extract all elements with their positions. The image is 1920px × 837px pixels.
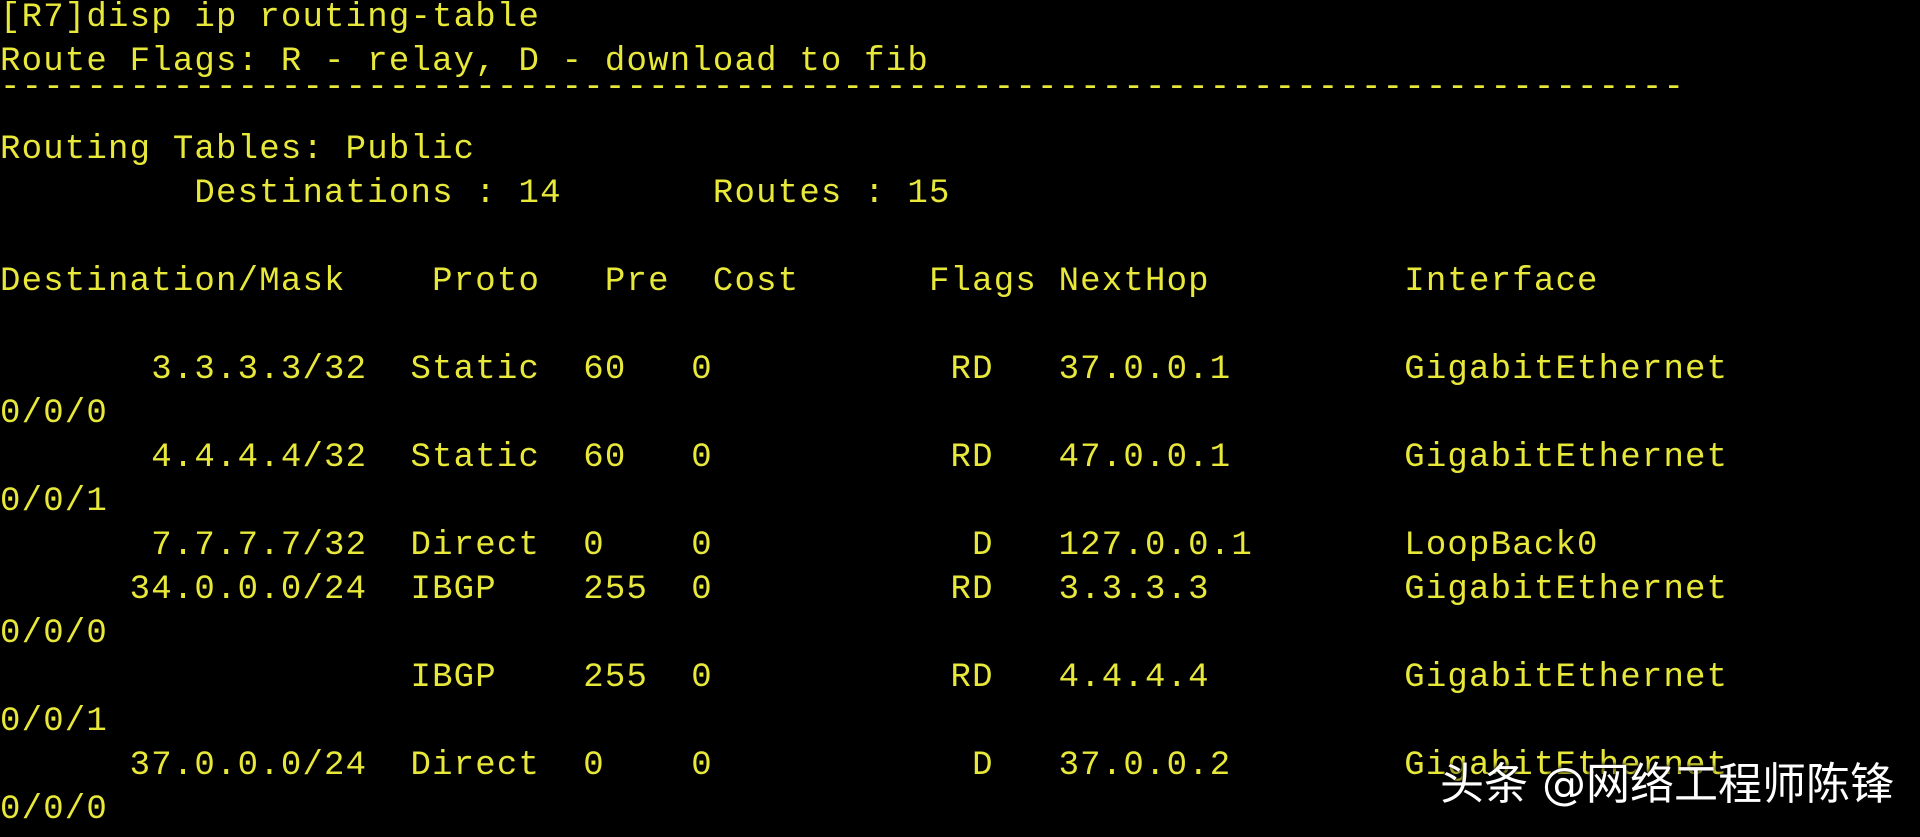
table-row-continuation: 0/0/0 <box>0 791 109 829</box>
table-row: 7.7.7.7/32 Direct 0 0 D 127.0.0.1 LoopBa… <box>0 527 1599 565</box>
table-header: Destination/Mask Proto Pre Cost Flags Ne… <box>0 263 1599 301</box>
command-line: [R7]disp ip routing-table <box>0 0 541 37</box>
separator-line: ----------------------------------------… <box>0 69 1686 107</box>
table-row: 3.3.3.3/32 Static 60 0 RD 37.0.0.1 Gigab… <box>0 351 1729 389</box>
table-row-continuation: 0/0/0 <box>0 615 109 653</box>
table-row: 34.0.0.0/24 IBGP 255 0 RD 3.3.3.3 Gigabi… <box>0 571 1729 609</box>
table-row-continuation: 0/0/1 <box>0 483 109 521</box>
routing-table-name: Routing Tables: Public <box>0 131 476 169</box>
table-row-continuation: 0/0/0 <box>0 395 109 433</box>
table-row: IBGP 255 0 RD 4.4.4.4 GigabitEthernet <box>0 659 1729 697</box>
routing-summary: Destinations : 14 Routes : 15 <box>0 175 951 213</box>
terminal-window[interactable]: [R7]disp ip routing-table Route Flags: R… <box>0 0 1920 837</box>
watermark-label: 头条 @网络工程师陈锋 <box>1440 759 1894 810</box>
table-row-continuation: 0/0/1 <box>0 703 109 741</box>
table-row: 4.4.4.4/32 Static 60 0 RD 47.0.0.1 Gigab… <box>0 439 1729 477</box>
